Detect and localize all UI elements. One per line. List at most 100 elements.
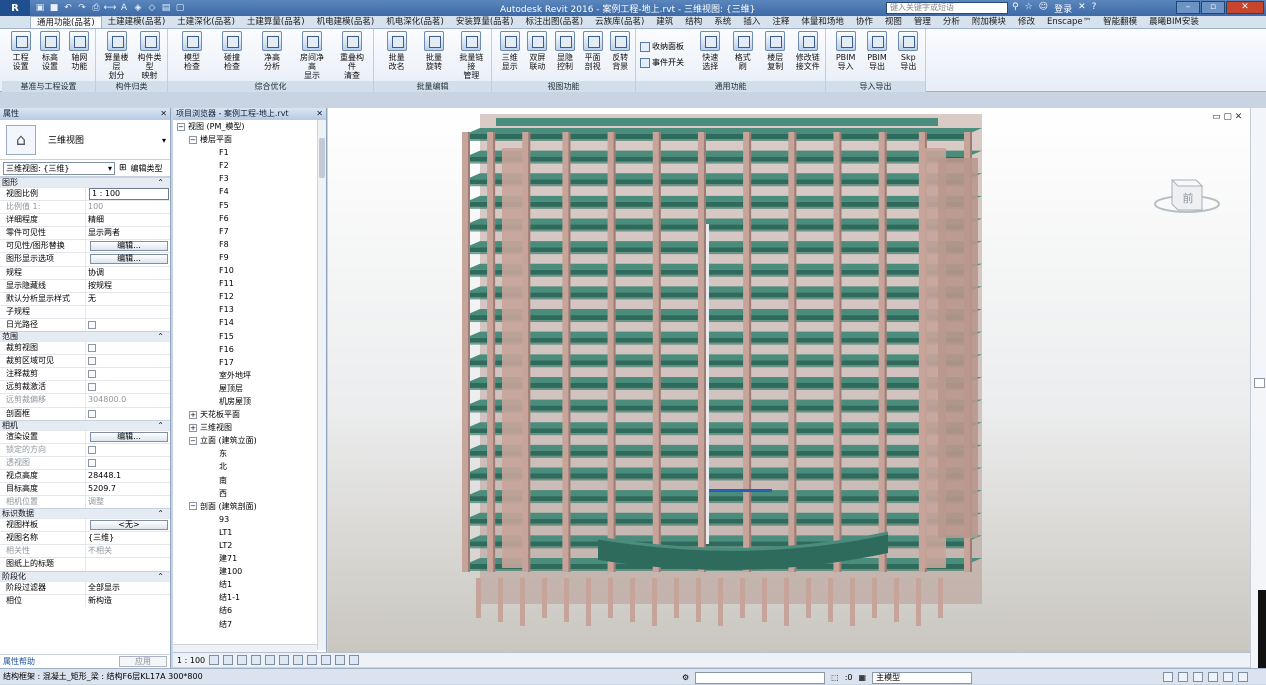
close-button[interactable]: ✕: [1226, 1, 1264, 14]
visual-style-icon[interactable]: [223, 655, 234, 665]
property-value[interactable]: 精细: [88, 215, 104, 224]
close-icon[interactable]: ✕: [316, 108, 323, 120]
browser-node[interactable]: 北: [173, 460, 317, 473]
minimize-button[interactable]: –: [1176, 1, 1200, 14]
collapse-icon[interactable]: −: [177, 122, 185, 131]
browser-node[interactable]: F2: [173, 159, 317, 172]
tab-15[interactable]: 协作: [850, 16, 879, 28]
tab-21[interactable]: Enscape™: [1041, 16, 1097, 28]
browser-node[interactable]: − 剖面 (建筑剖面): [173, 500, 317, 513]
property-value[interactable]: 显示两者: [88, 228, 120, 237]
property-group-header[interactable]: 标识数据 ⌃: [0, 508, 170, 519]
tab-18[interactable]: 分析: [937, 16, 966, 28]
building-model[interactable]: [328, 108, 1250, 652]
filter-icon[interactable]: [1238, 672, 1248, 682]
tab-22[interactable]: 智能翻模: [1097, 16, 1143, 28]
browser-node[interactable]: F9: [173, 251, 317, 264]
ribbon-button-5-3[interactable]: 修改链 接文件: [794, 31, 822, 71]
sun-path-icon[interactable]: [237, 655, 248, 665]
property-checkbox[interactable]: [88, 320, 96, 329]
property-group-header[interactable]: 相机 ⌃: [0, 419, 170, 431]
browser-node[interactable]: 东: [173, 447, 317, 460]
property-value[interactable]: 协调: [88, 268, 104, 277]
temporary-hide-icon[interactable]: [321, 655, 332, 665]
browser-node[interactable]: 室外地坪: [173, 369, 317, 382]
ribbon-button-4-2[interactable]: 显隐 控制: [551, 31, 579, 71]
browser-node[interactable]: 结1-1: [173, 591, 317, 604]
tab-16[interactable]: 视图: [879, 16, 908, 28]
browser-node[interactable]: F3: [173, 172, 317, 185]
collapse-icon[interactable]: ⌃: [157, 421, 164, 431]
property-value[interactable]: 不相关: [88, 546, 112, 555]
analytical-model-icon[interactable]: [349, 655, 360, 665]
browser-node[interactable]: F13: [173, 303, 317, 316]
ribbon-button-2-3[interactable]: 房间净高 显示: [298, 31, 326, 80]
editable-only-icon[interactable]: ⬚: [831, 670, 839, 685]
ribbon-button-1-1[interactable]: 构件类型 映射: [136, 31, 164, 80]
property-checkbox[interactable]: [88, 357, 96, 366]
property-value[interactable]: 5209.7: [88, 484, 116, 493]
collapse-icon[interactable]: ⌃: [157, 178, 164, 188]
ribbon-button-0-0[interactable]: 工程 设置: [7, 31, 35, 71]
ribbon-button-4-3[interactable]: 平面 剖视: [579, 31, 607, 71]
ribbon-button-6-2[interactable]: Skp 导出: [894, 31, 922, 71]
tab-23[interactable]: 晨曦BIM安装: [1143, 16, 1205, 28]
ribbon-button-2-0[interactable]: 模型 检查: [178, 31, 206, 71]
exchange-icon[interactable]: ✕: [1078, 2, 1086, 15]
property-value[interactable]: 全部显示: [88, 583, 120, 592]
tab-19[interactable]: 附加模块: [966, 16, 1012, 28]
browser-node[interactable]: 南: [173, 474, 317, 487]
thin-lines-icon[interactable]: ▤: [160, 2, 172, 14]
tab-12[interactable]: 插入: [737, 16, 766, 28]
tab-10[interactable]: 结构: [679, 16, 708, 28]
properties-help-link[interactable]: 属性帮助: [3, 657, 35, 666]
collapse-icon[interactable]: −: [189, 502, 197, 511]
property-value[interactable]: 调整: [88, 497, 104, 506]
collapse-icon[interactable]: ⌃: [157, 332, 164, 342]
ribbon-button-6-0[interactable]: PBIM 导入: [832, 31, 860, 71]
browser-node[interactable]: F15: [173, 330, 317, 343]
switch-window-icon[interactable]: ▢: [174, 2, 186, 14]
select-by-face-icon[interactable]: [1208, 672, 1218, 682]
property-group-header[interactable]: 图形 ⌃: [0, 177, 170, 187]
collapse-icon[interactable]: ⌃: [157, 572, 164, 582]
browser-horizontal-scrollbar[interactable]: [173, 644, 317, 652]
tab-17[interactable]: 管理: [908, 16, 937, 28]
browser-node[interactable]: + 三维视图: [173, 421, 317, 434]
view-type-dropdown[interactable]: 三维视图: {三维}: [3, 161, 115, 175]
edit-property-button[interactable]: 编辑...: [90, 431, 168, 442]
browser-node[interactable]: 结7: [173, 618, 317, 631]
show-crop-icon[interactable]: [293, 655, 304, 665]
collapse-icon[interactable]: −: [189, 135, 197, 144]
browser-node[interactable]: 屋顶层: [173, 382, 317, 395]
worksets-icon[interactable]: ⚙: [682, 670, 689, 685]
reveal-hidden-icon[interactable]: [335, 655, 346, 665]
tab-8[interactable]: 云族库(品茗): [589, 16, 650, 28]
browser-node[interactable]: F12: [173, 290, 317, 303]
edit-type-icon[interactable]: ⊞: [119, 163, 127, 173]
tab-13[interactable]: 注释: [766, 16, 795, 28]
browser-node[interactable]: F6: [173, 212, 317, 225]
browser-node[interactable]: 93: [173, 513, 317, 526]
browser-node[interactable]: 结6: [173, 604, 317, 617]
print-icon[interactable]: ⎙: [90, 2, 102, 14]
ribbon-button-2-1[interactable]: 碰撞 检查: [218, 31, 246, 71]
close-icon[interactable]: ✕: [160, 108, 167, 120]
browser-vertical-scrollbar[interactable]: [317, 120, 326, 650]
ribbon-button-5-0[interactable]: 快速 选择: [696, 31, 724, 71]
3d-viewport[interactable]: [328, 108, 1250, 652]
ribbon-button-6-1[interactable]: PBIM 导出: [863, 31, 891, 71]
expand-icon[interactable]: +: [189, 423, 197, 432]
property-group-header[interactable]: 阶段化 ⌃: [0, 570, 170, 582]
edit-type-button[interactable]: 编辑类型: [131, 163, 163, 174]
ribbon-button-0-2[interactable]: 轴网 功能: [65, 31, 93, 71]
browser-node[interactable]: 结1: [173, 578, 317, 591]
ribbon-button-1-0[interactable]: 算量楼层 划分: [103, 31, 131, 80]
section-icon[interactable]: ◇: [146, 2, 158, 14]
browser-node[interactable]: + 天花板平面: [173, 408, 317, 421]
open-icon[interactable]: ▣: [34, 2, 46, 14]
property-checkbox[interactable]: [88, 344, 96, 353]
browser-node[interactable]: F17: [173, 356, 317, 369]
ribbon-button-2-4[interactable]: 重叠构件 清查: [338, 31, 366, 80]
help-search-input[interactable]: 键入关键字或短语: [886, 2, 1008, 14]
